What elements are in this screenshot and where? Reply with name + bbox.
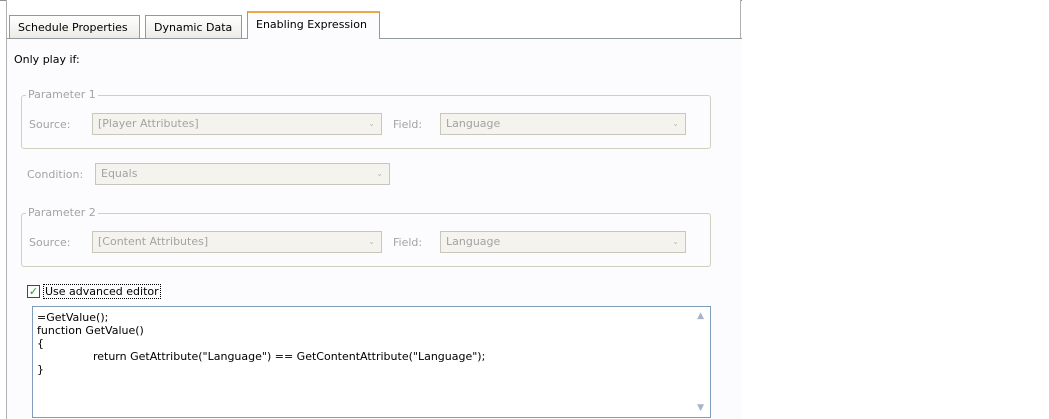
- checkmark-icon: ✓: [28, 285, 39, 298]
- tab-label: Dynamic Data: [154, 21, 233, 34]
- only-play-if-label: Only play if:: [14, 53, 80, 66]
- scroll-up-arrow-icon[interactable]: ▲: [697, 311, 704, 321]
- tab-dynamic-data[interactable]: Dynamic Data: [145, 15, 242, 38]
- chevron-down-icon: ⌄: [376, 169, 383, 178]
- advanced-editor-checkbox[interactable]: ✓: [27, 285, 40, 298]
- parameter1-source-label: Source:: [29, 118, 71, 131]
- parameter2-field-label: Field:: [393, 236, 423, 249]
- parameter2-field-dropdown[interactable]: Language ⌄: [440, 231, 686, 253]
- scroll-down-arrow-icon[interactable]: ▼: [697, 403, 704, 413]
- dropdown-value: [Player Attributes]: [98, 117, 199, 130]
- tab-label: Schedule Properties: [18, 21, 128, 34]
- parameter1-group: Parameter 1 Source: [Player Attributes] …: [21, 88, 711, 149]
- parameter2-group: Parameter 2 Source: [Content Attributes]…: [21, 206, 711, 267]
- tab-label: Enabling Expression: [256, 18, 367, 31]
- chevron-down-icon: ⌄: [368, 119, 375, 128]
- expression-code[interactable]: =GetValue(); function GetValue() { retur…: [37, 311, 485, 376]
- dropdown-value: Language: [446, 235, 501, 248]
- dropdown-value: Language: [446, 117, 501, 130]
- chevron-down-icon: ⌄: [368, 237, 375, 246]
- parameter2-title: Parameter 2: [26, 206, 98, 219]
- properties-panel: Schedule Properties Dynamic Data Enablin…: [6, 0, 742, 419]
- expression-editor[interactable]: =GetValue(); function GetValue() { retur…: [32, 306, 711, 418]
- parameter1-field-label: Field:: [393, 118, 423, 131]
- condition-dropdown[interactable]: Equals ⌄: [95, 163, 390, 185]
- dropdown-value: Equals: [101, 167, 138, 180]
- advanced-editor-label[interactable]: Use advanced editor: [43, 284, 161, 299]
- parameter2-source-label: Source:: [29, 236, 71, 249]
- dropdown-value: [Content Attributes]: [98, 235, 209, 248]
- condition-label: Condition:: [27, 168, 84, 181]
- parameter1-source-dropdown[interactable]: [Player Attributes] ⌄: [92, 113, 382, 135]
- parameter1-title: Parameter 1: [26, 88, 98, 101]
- chevron-down-icon: ⌄: [672, 237, 679, 246]
- chevron-down-icon: ⌄: [672, 119, 679, 128]
- tab-strip: Schedule Properties Dynamic Data Enablin…: [7, 0, 742, 39]
- parameter1-field-dropdown[interactable]: Language ⌄: [440, 113, 686, 135]
- tab-enabling-expression[interactable]: Enabling Expression: [247, 11, 380, 39]
- empty-right-area: [742, 0, 1049, 419]
- tab-schedule-properties[interactable]: Schedule Properties: [9, 15, 140, 38]
- parameter2-source-dropdown[interactable]: [Content Attributes] ⌄: [92, 231, 382, 253]
